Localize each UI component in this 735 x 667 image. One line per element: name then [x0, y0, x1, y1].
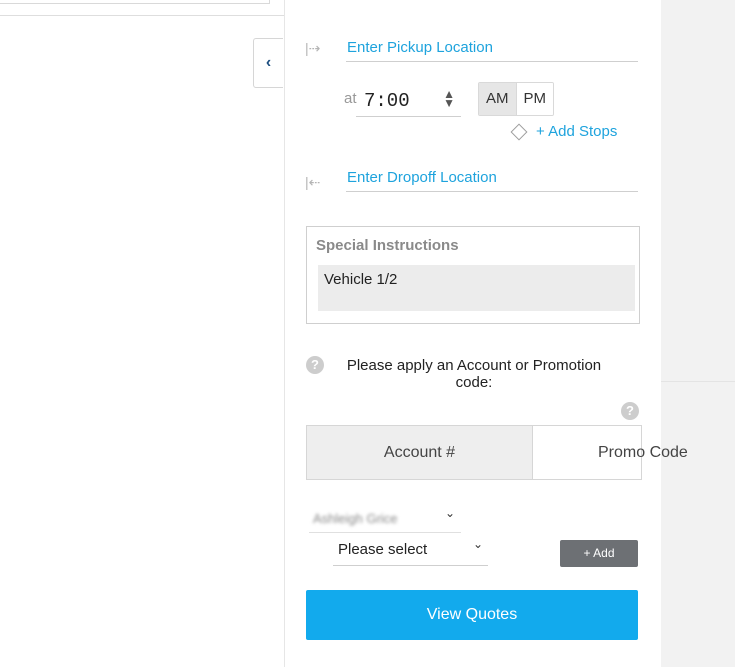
time-spinner-icon[interactable]: ▲ ▼	[443, 88, 455, 109]
vehicle-select-value: Please select	[338, 541, 428, 558]
code-tabs: Account # Promo Code	[306, 425, 688, 480]
add-button[interactable]: + Add	[560, 540, 638, 567]
special-instructions-textarea[interactable]: Vehicle 1/2	[318, 265, 635, 311]
pickup-arrow-icon: |⇢	[305, 40, 321, 56]
vehicle-select[interactable]: Please select ⌄	[333, 537, 488, 566]
chevron-down-icon: ⌄	[473, 537, 484, 551]
code-prompt-text: Please apply an Account or Promotion cod…	[334, 357, 614, 391]
map-area	[661, 0, 735, 667]
at-label: at	[344, 90, 357, 107]
code-prompt-line1: Please apply an Account or Promotion	[346, 357, 602, 374]
pickup-time-input[interactable]: 7:00 ▲ ▼	[356, 84, 461, 117]
help-icon[interactable]: ?	[306, 356, 324, 374]
tab-promo-code[interactable]: Promo Code	[533, 426, 688, 479]
pickup-placeholder: Enter Pickup Location	[347, 39, 493, 56]
code-prompt-line2: code:	[455, 374, 493, 391]
chevron-left-icon: ‹	[265, 54, 272, 71]
dropoff-location-input[interactable]: Enter Dropoff Location	[346, 163, 638, 192]
am-pm-toggle: AM PM	[478, 82, 554, 116]
diamond-icon	[510, 123, 528, 140]
am-button[interactable]: AM	[479, 83, 517, 115]
account-select[interactable]: Ashleigh Grice ⌄	[309, 504, 461, 533]
collapse-panel-button[interactable]: ‹	[253, 38, 283, 88]
left-panel-box	[0, 0, 270, 4]
pm-button[interactable]: PM	[516, 83, 553, 115]
tab-promo-code-label: Promo Code	[598, 444, 688, 461]
pickup-location-input[interactable]: Enter Pickup Location	[346, 33, 638, 62]
time-value: 7:00	[364, 90, 410, 112]
special-instructions-value: Vehicle 1/2	[324, 271, 398, 288]
special-instructions-box: Special Instructions Vehicle 1/2	[306, 226, 640, 324]
add-stops-label: + Add Stops	[536, 123, 618, 140]
left-panel-divider	[0, 15, 284, 16]
chevron-down-icon: ⌄	[445, 506, 456, 520]
special-instructions-title: Special Instructions	[316, 237, 459, 254]
tab-account[interactable]: Account #	[307, 426, 533, 479]
dropoff-arrow-icon: |⇠	[305, 174, 321, 190]
help-icon-secondary[interactable]: ?	[621, 402, 639, 420]
view-quotes-button[interactable]: View Quotes	[306, 590, 638, 640]
add-stops-link[interactable]: + Add Stops	[509, 123, 617, 140]
account-select-value: Ashleigh Grice	[313, 511, 398, 526]
panel-border	[284, 0, 285, 667]
map-divider	[661, 381, 735, 382]
dropoff-placeholder: Enter Dropoff Location	[347, 169, 497, 186]
